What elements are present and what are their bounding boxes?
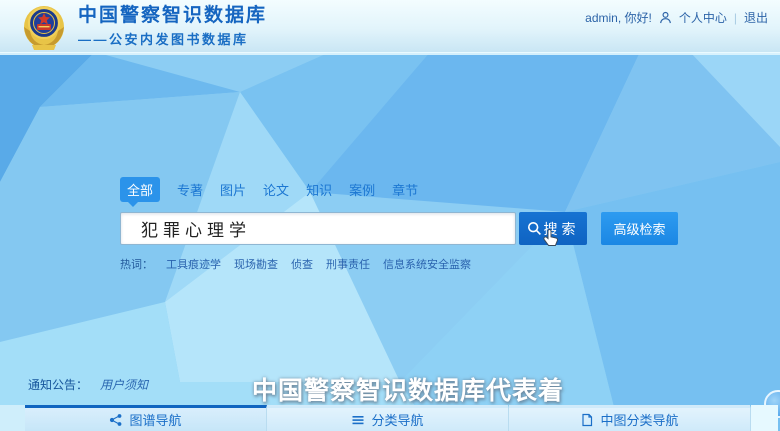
profile-link[interactable]: 个人中心 — [679, 9, 727, 26]
logout-link[interactable]: 退出 — [744, 9, 768, 26]
search-input[interactable] — [120, 212, 516, 245]
hot-words-row: 热词： 工具痕迹学 现场勘查 侦查 刑事责任 信息系统安全监察 — [120, 256, 471, 272]
search-area: 全部 专著 图片 论文 知识 案例 章节 搜索 高级检索 热词： 工具痕迹学 — [120, 178, 418, 200]
hot-words-label: 热词： — [120, 256, 153, 272]
tab-chapters[interactable]: 章节 — [392, 180, 418, 199]
bottom-nav-left-strip — [0, 405, 25, 431]
doc-nav-icon — [580, 413, 594, 427]
tab-knowledge[interactable]: 知识 — [306, 180, 332, 199]
search-row: 搜索 高级检索 — [120, 212, 678, 245]
nav-tab-category[interactable]: 分类导航 — [267, 405, 509, 431]
nav-tab-clc-label: 中图分类导航 — [600, 410, 678, 429]
hot-word-link[interactable]: 刑事责任 — [326, 256, 370, 272]
tab-all[interactable]: 全部 — [120, 177, 160, 202]
search-button[interactable]: 搜索 — [519, 212, 587, 245]
tab-papers[interactable]: 论文 — [263, 180, 289, 199]
site-title: 中国警察智识数据库 — [78, 5, 267, 27]
graph-nav-icon — [109, 413, 123, 427]
hot-word-link[interactable]: 现场勘查 — [234, 256, 278, 272]
bottom-nav: 图谱导航 分类导航 中图分类导航 — [0, 405, 780, 431]
person-icon — [659, 11, 672, 24]
caption-text: 中国警察智识数据库代表着 — [18, 371, 780, 407]
nav-tab-clc[interactable]: 中图分类导航 — [509, 405, 751, 431]
header: 中国警察智识数据库 ——公安内发图书数据库 admin, 你好! 个人中心 | … — [0, 0, 780, 53]
tab-monographs[interactable]: 专著 — [177, 180, 203, 199]
hot-word-link[interactable]: 信息系统安全监察 — [383, 256, 471, 272]
nav-tab-graph[interactable]: 图谱导航 — [25, 405, 267, 431]
advanced-search-label: 高级检索 — [613, 219, 665, 238]
app-window: 中国警察智识数据库 ——公安内发图书数据库 admin, 你好! 个人中心 | … — [0, 0, 780, 431]
site-subtitle: ——公安内发图书数据库 — [78, 29, 267, 48]
advanced-search-button[interactable]: 高级检索 — [601, 212, 678, 245]
menu-divider: | — [734, 11, 737, 25]
tab-cases[interactable]: 案例 — [349, 180, 375, 199]
user-greeting: admin, 你好! — [585, 9, 652, 26]
user-menu: admin, 你好! 个人中心 | 退出 — [585, 9, 768, 26]
tab-images[interactable]: 图片 — [220, 180, 246, 199]
list-nav-icon — [351, 413, 365, 427]
nav-tab-graph-label: 图谱导航 — [129, 410, 181, 429]
search-button-label: 搜索 — [544, 219, 580, 239]
title-block: 中国警察智识数据库 ——公安内发图书数据库 — [78, 5, 267, 48]
hot-word-link[interactable]: 工具痕迹学 — [166, 256, 221, 272]
nav-tab-category-label: 分类导航 — [371, 410, 423, 429]
search-tabs: 全部 专著 图片 论文 知识 案例 章节 — [120, 178, 418, 200]
hot-word-link[interactable]: 侦查 — [291, 256, 313, 272]
police-badge-logo — [18, 1, 70, 51]
bottom-nav-right-strip — [751, 405, 778, 431]
search-icon — [527, 221, 542, 236]
